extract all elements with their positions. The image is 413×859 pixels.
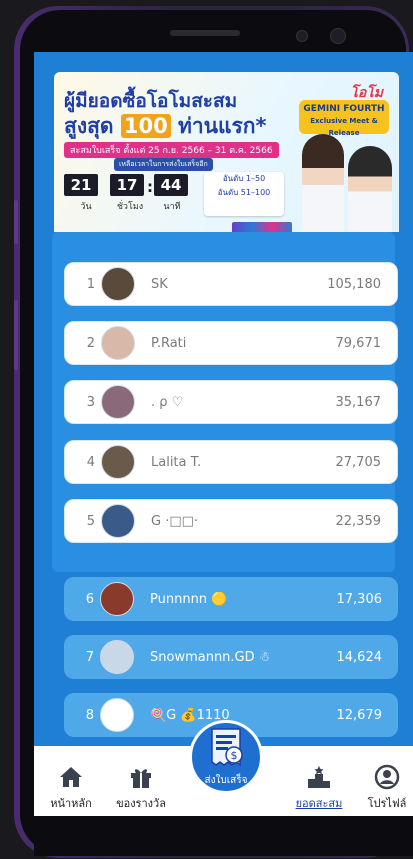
rank-tier-2: อันดับ 51–100 <box>217 188 271 197</box>
row-score: 12,679 <box>336 707 383 723</box>
leaderboard-row[interactable]: 1 SK 105,180 <box>64 262 398 306</box>
row-rank: 4 <box>86 454 95 470</box>
tab-home-label: หน้าหลัก <box>50 797 92 810</box>
user-icon <box>374 764 400 790</box>
leaderboard-row[interactable]: 7 Snowmannn.GD ☃ 14,624 <box>64 635 398 679</box>
speaker <box>170 30 240 36</box>
banner-date-range: สะสมใบเสร็จ ตั้งแต่ 25 ก.ย. 2566 – 31 ต.… <box>64 142 279 158</box>
artist-photo-1 <box>302 134 344 247</box>
timer-hours-label: ชั่วโมง <box>116 202 144 212</box>
home-icon <box>60 767 82 787</box>
tab-profile-label: โปรไฟล์ <box>367 797 407 810</box>
leaderboard-row[interactable]: 2 P.Rati 79,671 <box>64 321 398 365</box>
bottom-bezel <box>34 816 413 856</box>
row-score: 35,167 <box>335 394 382 410</box>
avatar <box>101 445 135 479</box>
row-name: P.Rati <box>151 335 187 351</box>
leaderboard-row[interactable]: 6 Punnnnn 🟡 17,306 <box>64 577 398 621</box>
row-score: 105,180 <box>327 276 381 292</box>
avatar <box>101 267 135 301</box>
podium-icon <box>308 766 330 788</box>
row-name: Snowmannn.GD ☃ <box>150 649 271 665</box>
avatar <box>101 504 135 538</box>
avatar <box>101 385 135 419</box>
tab-rewards-label: ของรางวัล <box>116 797 166 810</box>
row-name: 🍭G 💰1110 <box>150 707 230 723</box>
front-camera <box>330 28 346 44</box>
row-score: 27,705 <box>335 454 382 470</box>
svg-text:$: $ <box>231 749 238 762</box>
timer-days-label: วัน <box>80 202 92 212</box>
banner-note: เหลือเวลาในการส่งใบเสร็จอีก <box>114 158 213 171</box>
timer-minutes: 44 <box>154 174 188 196</box>
row-rank: 5 <box>86 513 95 529</box>
banner-title-prefix: สูงสุด <box>64 114 114 138</box>
avatar <box>101 326 135 360</box>
row-rank: 3 <box>86 394 95 410</box>
gift-icon <box>131 769 151 788</box>
row-name: Lalita T. <box>151 454 202 470</box>
row-rank: 2 <box>86 335 95 351</box>
tab-profile[interactable]: โปรไฟล์ <box>352 764 413 812</box>
promo-banner[interactable]: ผู้มียอดซื้อโอโมสะสม สูงสุด 100 ท่านแรก*… <box>54 72 399 247</box>
row-rank: 8 <box>85 707 94 723</box>
receipt-icon: $ <box>211 728 243 767</box>
avatar <box>100 582 134 616</box>
volume-button <box>14 200 18 244</box>
banner-title-highlight: 100 <box>120 114 171 138</box>
row-rank: 1 <box>86 276 95 292</box>
row-name: . ρ ♡ <box>151 394 184 410</box>
leaderboard-row[interactable]: 3 . ρ ♡ 35,167 <box>64 380 398 424</box>
send-receipt-label: ส่งใบเสร็จ <box>204 775 248 786</box>
rank-tiers: อันดับ 1–50 อันดับ 51–100 <box>204 172 284 216</box>
tab-total[interactable]: ยอดสะสม <box>284 764 354 812</box>
event-title: GEMINI FOURTH <box>303 104 385 114</box>
row-name: Punnnnn 🟡 <box>150 591 228 607</box>
send-receipt-button[interactable]: $ ส่งใบเสร็จ <box>189 720 263 794</box>
sensor <box>296 30 308 42</box>
tab-total-label: ยอดสะสม <box>295 797 343 810</box>
leaderboard-row[interactable]: 5 G ·□□· 22,359 <box>64 499 398 543</box>
event-badge: GEMINI FOURTH Exclusive Meet & Release <box>299 100 389 137</box>
banner-title-line2: สูงสุด 100 ท่านแรก* <box>64 110 267 143</box>
row-name: SK <box>151 276 168 292</box>
avatar <box>100 640 134 674</box>
power-button <box>14 300 18 370</box>
rank-tier-1: อันดับ 1–50 <box>222 174 266 183</box>
row-rank: 7 <box>85 649 94 665</box>
row-name: G ·□□· <box>151 513 199 529</box>
countdown-timer: 21 17 : 44 <box>64 174 190 196</box>
row-score: 17,306 <box>336 591 383 607</box>
row-rank: 6 <box>85 591 94 607</box>
tab-home[interactable]: หน้าหลัก <box>36 764 106 812</box>
avatar <box>100 698 134 732</box>
timer-labels: วัน ชั่วโมง นาที <box>64 199 192 213</box>
leaderboard-row[interactable]: 4 Lalita T. 27,705 <box>64 440 398 484</box>
row-score: 79,671 <box>335 335 382 351</box>
app-screen: ผู้มียอดซื้อโอโมสะสม สูงสุด 100 ท่านแรก*… <box>34 52 413 816</box>
timer-days: 21 <box>64 174 98 196</box>
row-score: 22,359 <box>335 513 382 529</box>
timer-minutes-label: นาที <box>163 202 181 212</box>
tab-rewards[interactable]: ของรางวัล <box>106 764 176 812</box>
timer-hours: 17 <box>110 174 144 196</box>
banner-title-suffix: ท่านแรก* <box>178 114 267 138</box>
row-score: 14,624 <box>336 649 383 665</box>
